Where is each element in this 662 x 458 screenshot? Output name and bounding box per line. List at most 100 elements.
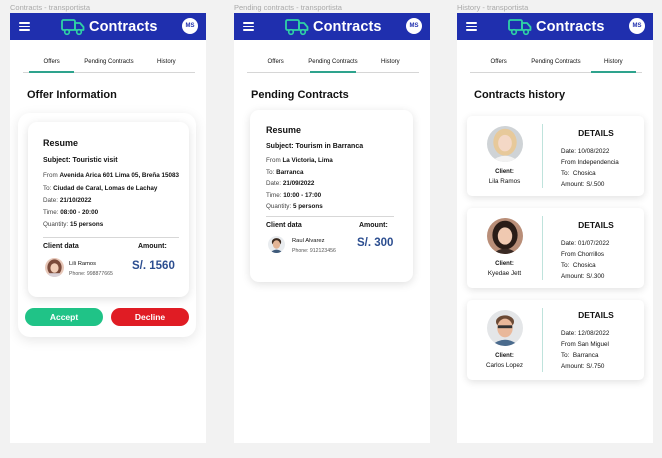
accept-button[interactable]: Accept (25, 308, 103, 326)
tab-pending-contracts[interactable]: Pending Contracts (80, 57, 137, 72)
details-title: DETAILS (578, 128, 614, 138)
client-avatar (45, 258, 64, 277)
client-avatar (487, 310, 523, 346)
frame-label-history: History - transportista (457, 3, 529, 12)
amount-value: S/. 1560 (132, 260, 175, 272)
date-row: Date: 21/10/2022 (43, 197, 92, 204)
app-bar: Contracts MS (10, 13, 206, 40)
frame-label-contracts: Contracts - transportista (10, 3, 91, 12)
time-row: Time: 10:00 - 17:00 (266, 192, 322, 199)
to-row: To: Ciudad de Caral, Lomas de Lachay (43, 185, 158, 192)
amount-label: Amount: (359, 222, 388, 229)
from-row: From Independencia (561, 159, 619, 166)
page-title: Contracts history (474, 89, 566, 101)
date-row: Date: 10/08/2022 (561, 148, 610, 155)
tab-bar: Offers Pending Contracts History (247, 57, 419, 73)
user-avatar[interactable]: MS (406, 18, 422, 34)
app-title: Contracts (313, 18, 382, 35)
decline-button[interactable]: Decline (111, 308, 189, 326)
frame-label-pending: Pending contracts - transportista (234, 3, 342, 12)
history-card[interactable]: Client: Kyedae Jett DETAILS Date: 01/07/… (467, 208, 644, 288)
to-row: To: Barranca (561, 352, 599, 359)
amount-value: S/. 300 (357, 237, 394, 249)
client-name: Lili Ramos (69, 261, 97, 267)
resume-title: Resume (266, 125, 302, 135)
client-name: Carlos Lopez (485, 362, 524, 369)
client-data-label: Client data (43, 243, 79, 250)
history-card[interactable]: Client: Carlos Lopez DETAILS Date: 12/08… (467, 300, 644, 380)
hamburger-icon[interactable] (466, 22, 477, 31)
client-label: Client: (495, 169, 514, 175)
quantity-row: Quantity: 15 persons (43, 221, 104, 228)
client-data-label: Client data (266, 222, 302, 229)
from-row: From La Victoria, Lima (266, 157, 333, 164)
to-row: To: Chosica (561, 170, 596, 177)
subject: Subject: Touristic visit (43, 157, 118, 164)
brand: Contracts (61, 17, 158, 36)
time-row: Time: 08:00 - 20:00 (43, 209, 99, 216)
amount-row: Amount: S/.750 (561, 363, 605, 370)
amount-row: Amount: S/.300 (561, 273, 605, 280)
tab-history[interactable]: History (585, 57, 642, 73)
divider (266, 216, 394, 217)
app-bar: Contracts MS (457, 13, 653, 40)
client-label: Client: (495, 261, 514, 267)
date-row: Date: 21/09/2022 (266, 180, 315, 187)
date-row: Date: 12/08/2022 (561, 330, 610, 337)
separator (542, 216, 543, 280)
tab-history[interactable]: History (362, 57, 419, 72)
to-row: To: Barranca (266, 169, 304, 176)
page-title: Offer Information (27, 89, 117, 101)
details-title: DETAILS (578, 220, 614, 230)
pending-card: Resume Subject: Tourism in Barranca From… (250, 110, 413, 282)
divider (43, 237, 179, 238)
separator (542, 308, 543, 372)
tab-offers[interactable]: Offers (470, 57, 527, 72)
client-avatar (487, 218, 523, 254)
hamburger-icon[interactable] (19, 22, 30, 31)
tab-offers[interactable]: Offers (247, 57, 304, 72)
from-row: From Avenida Arica 601 Lima 05, Breña 15… (43, 172, 180, 179)
tab-bar: Offers Pending Contracts History (470, 57, 642, 73)
resume-title: Resume (43, 138, 79, 148)
quantity-row: Quantity: 5 persons (266, 203, 323, 210)
tab-offers[interactable]: Offers (23, 57, 80, 73)
client-name: Kyedae Jett (487, 270, 522, 277)
page-title: Pending Contracts (251, 89, 349, 101)
date-row: Date: 01/07/2022 (561, 240, 610, 247)
app-bar: Contracts MS (234, 13, 430, 40)
tab-history[interactable]: History (138, 57, 195, 72)
brand: Contracts (508, 17, 605, 36)
from-row: From San Miguel (561, 341, 609, 348)
client-label: Client: (495, 353, 514, 359)
offer-card: Resume Subject: Touristic visit From Ave… (28, 122, 189, 297)
phone-offers: Contracts MS Offers Pending Contracts Hi… (10, 13, 206, 443)
hamburger-icon[interactable] (243, 22, 254, 31)
client-name: Lila Ramos (488, 178, 521, 185)
brand: Contracts (285, 17, 382, 36)
app-title: Contracts (89, 18, 158, 35)
details-title: DETAILS (578, 310, 614, 320)
client-name: Raul Alvarez (292, 238, 325, 244)
truck-icon (61, 19, 85, 36)
tab-pending-contracts[interactable]: Pending Contracts (527, 57, 584, 72)
client-phone: Phone: 998877665 (69, 271, 113, 277)
to-row: To: Chosica (561, 262, 596, 269)
truck-icon (508, 19, 532, 36)
client-avatar (268, 236, 285, 253)
from-row: From Chorrillos (561, 251, 605, 258)
phone-history: Contracts MS Offers Pending Contracts Hi… (457, 13, 653, 443)
user-avatar[interactable]: MS (629, 18, 645, 34)
phone-pending: Contracts MS Offers Pending Contracts Hi… (234, 13, 430, 443)
separator (542, 124, 543, 188)
app-title: Contracts (536, 18, 605, 35)
client-phone: Phone: 912123456 (292, 248, 336, 254)
tab-pending-contracts[interactable]: Pending Contracts (304, 57, 361, 73)
user-avatar[interactable]: MS (182, 18, 198, 34)
amount-label: Amount: (138, 243, 167, 250)
client-avatar (487, 126, 523, 162)
amount-row: Amount: S/.500 (561, 181, 605, 188)
subject: Subject: Tourism in Barranca (266, 143, 364, 150)
truck-icon (285, 19, 309, 36)
history-card[interactable]: Client: Lila Ramos DETAILS Date: 10/08/2… (467, 116, 644, 196)
